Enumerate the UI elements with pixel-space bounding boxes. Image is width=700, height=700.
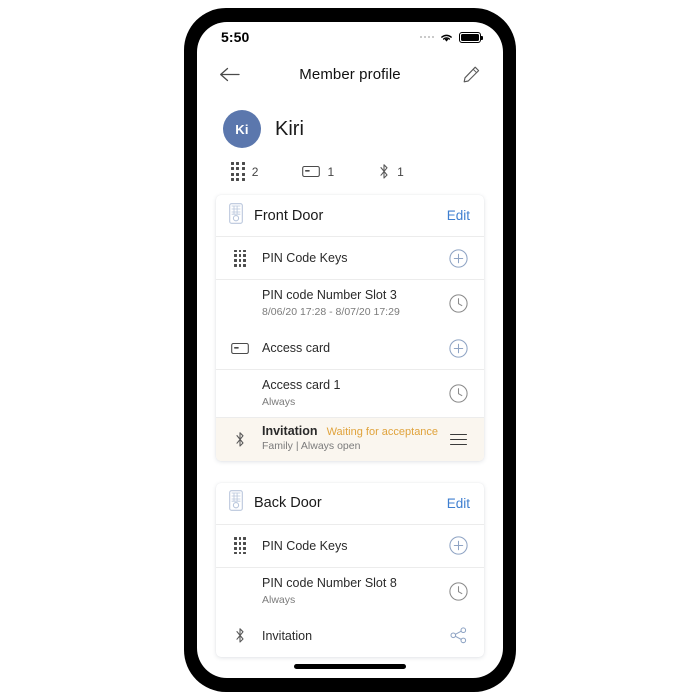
hamburger-menu-icon[interactable] [446,427,470,451]
avatar: Ki [223,110,261,148]
wifi-icon [441,34,452,42]
credential-title: PIN code Number Slot 8 [262,575,397,590]
profile-identity: Ki Kiri [223,110,477,148]
screenshot-stage: 5:50 Member profile Ki Kiri 2 1 1 Front … [0,0,700,700]
subrow-text: Invitation Waiting for acceptance Family… [262,424,446,455]
subrow-text: PIN code Number Slot 3 8/06/20 17:28 - 8… [262,286,446,321]
phone-frame: 5:50 Member profile Ki Kiri 2 1 1 Front … [184,8,516,692]
door-name: Front Door [254,207,324,224]
subrow-invitation[interactable]: Invitation Waiting for acceptance Family… [216,416,484,461]
credential-schedule: Always [262,396,296,409]
status-badge: Waiting for acceptance [326,426,439,439]
keypad-icon [231,162,245,182]
door-card-back-door: Back Door Edit PIN Code Keys PIN code Nu… [216,482,484,657]
stat-count: 1 [397,164,404,179]
edit-door-link[interactable]: Edit [447,496,470,511]
row-label: PIN Code Keys [262,251,348,266]
row-pin-code-keys[interactable]: PIN Code Keys [216,525,484,567]
invitation-title-line: Invitation Waiting for acceptance [262,424,446,438]
bluetooth-icon [229,431,251,448]
credential-title: PIN code Number Slot 3 [262,288,397,303]
clock-icon[interactable] [446,381,470,405]
phone-screen: 5:50 Member profile Ki Kiri 2 1 1 Front … [197,22,503,678]
invitation-label: Invitation [262,424,318,439]
subrow-pin-code-slot[interactable]: PIN code Number Slot 8 Always [216,566,484,615]
row-label: PIN Code Keys [262,538,348,553]
row-access-card[interactable]: Access card [216,327,484,369]
stat-access-cards: 1 [302,165,334,179]
access-card-icon [229,342,251,355]
stat-count: 1 [327,164,335,179]
pencil-icon[interactable] [456,59,486,89]
stat-bluetooth: 1 [378,163,404,180]
page-title: Member profile [299,65,401,83]
edit-door-link[interactable]: Edit [447,208,470,223]
credential-title: Access card 1 [262,378,341,393]
invitation-detail: Family | Always open [262,440,361,453]
profile-content: Ki Kiri 2 1 1 Front Door Edit PIN Code K… [197,96,503,678]
door-card-header: Back Door Edit [216,483,484,525]
status-indicators [419,31,483,43]
bluetooth-icon [380,164,388,179]
clock-icon[interactable] [446,579,470,603]
door-card-header: Front Door Edit [216,195,484,238]
back-arrow-icon[interactable] [214,59,244,89]
subrow-text: PIN code Number Slot 8 Always [262,574,446,609]
status-bar: 5:50 [197,22,503,52]
profile-header: Ki Kiri 2 1 1 [197,96,503,182]
door-cards: Front Door Edit PIN Code Keys PIN code N… [197,181,503,678]
door-lock-icon [229,490,243,516]
row-label: Invitation [262,628,313,643]
bluetooth-icon [229,627,251,644]
stat-count: 2 [251,164,259,179]
access-card-icon [302,166,321,178]
keypad-icon [229,249,251,267]
subrow-text: Access card 1 Always [262,376,446,411]
home-indicator [294,664,406,669]
credential-schedule: 8/06/20 17:28 - 8/07/20 17:29 [262,306,400,319]
member-name: Kiri [275,117,304,140]
credential-schedule: Always [262,594,296,607]
row-invitation[interactable]: Invitation [216,615,484,657]
plus-circle-icon[interactable] [446,246,470,270]
door-name: Back Door [254,495,322,512]
row-label: Access card [262,341,331,356]
signal-dots-icon [419,35,434,39]
row-pin-code-keys[interactable]: PIN Code Keys [216,237,484,279]
door-card-front-door: Front Door Edit PIN Code Keys PIN code N… [216,195,484,461]
clock-icon[interactable] [446,292,470,316]
plus-circle-icon[interactable] [446,534,470,558]
plus-circle-icon[interactable] [446,336,470,360]
keypad-icon [229,537,251,555]
share-icon[interactable] [446,624,470,648]
subrow-access-card[interactable]: Access card 1 Always [216,369,484,417]
subrow-pin-code-slot[interactable]: PIN code Number Slot 3 8/06/20 17:28 - 8… [216,279,484,327]
credential-stats: 2 1 1 [223,162,477,182]
battery-icon [459,31,483,43]
status-time: 5:50 [221,29,250,45]
stat-pin-codes: 2 [231,162,259,182]
door-lock-icon [229,202,243,229]
nav-bar: Member profile [197,52,503,96]
